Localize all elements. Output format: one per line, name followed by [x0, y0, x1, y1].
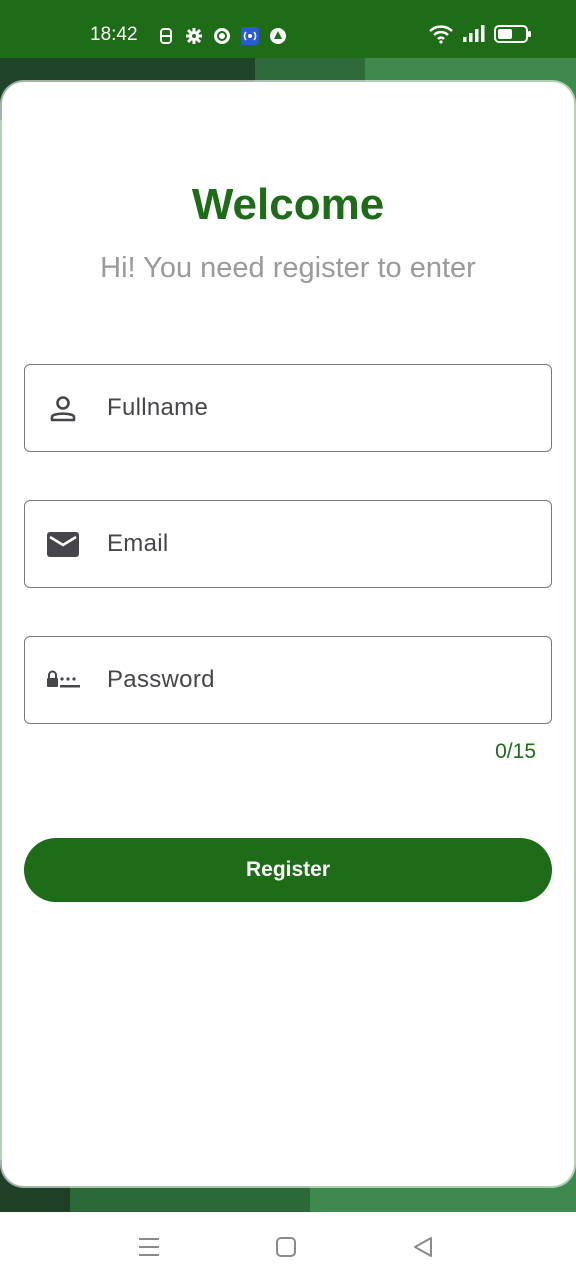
back-icon[interactable] — [410, 1234, 436, 1260]
password-icon — [47, 670, 80, 688]
register-card — [2, 82, 574, 1186]
navigation-bar — [0, 1212, 576, 1280]
status-time: 18:42 — [90, 24, 138, 45]
sim-icon — [160, 28, 172, 44]
gear-icon — [186, 28, 202, 44]
home-icon[interactable] — [273, 1234, 299, 1260]
page-title: Welcome — [191, 180, 385, 229]
mail-icon — [47, 532, 79, 557]
status-icons-left — [156, 26, 288, 46]
signal-icon — [463, 25, 485, 42]
vpn-icon — [214, 28, 230, 44]
password-field[interactable] — [24, 636, 552, 724]
register-button[interactable]: Register — [24, 838, 552, 902]
status-bar: 18:42 — [0, 0, 576, 58]
fullname-input[interactable] — [107, 365, 527, 451]
status-icons-right — [428, 24, 532, 44]
person-icon — [50, 396, 76, 422]
fullname-field[interactable] — [24, 364, 552, 452]
menu-icon[interactable] — [136, 1234, 162, 1260]
password-input[interactable] — [107, 637, 527, 723]
page-subtitle: Hi! You need register to enter — [100, 252, 476, 284]
email-field[interactable] — [24, 500, 552, 588]
nfc-icon — [241, 27, 259, 45]
alert-icon — [270, 28, 286, 44]
email-input[interactable] — [107, 501, 527, 587]
battery-icon — [494, 25, 531, 43]
password-char-counter: 0/15 — [495, 740, 536, 763]
wifi-icon — [429, 25, 453, 44]
